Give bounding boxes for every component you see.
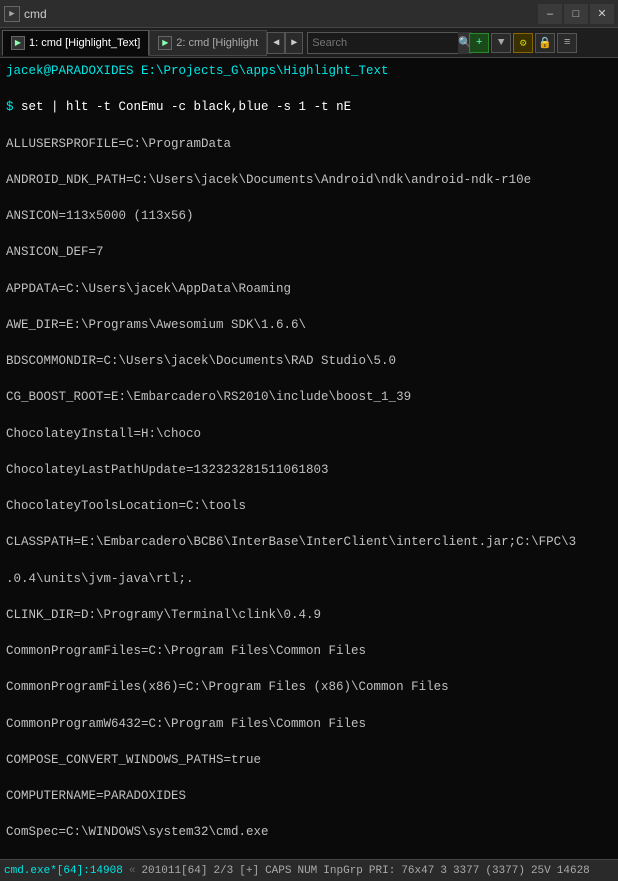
terminal-line: ANSICON=113x5000 (113x56) [6,207,612,225]
terminal-line: ChocolateyInstall=H:\choco [6,425,612,443]
terminal-line: jacek@PARADOXIDES E:\Projects_G\apps\Hig… [6,62,612,80]
status-num2: 3 [440,865,447,877]
terminal-line: AWE_DIR=E:\Programs\Awesomium SDK\1.6.6\ [6,316,612,334]
terminal-line: ComSpec=C:\WINDOWS\system32\cmd.exe [6,823,612,841]
title-bar: ▶ cmd – □ ✕ [0,0,618,28]
settings-button[interactable]: ⚙ [513,33,533,53]
status-caps: CAPS [265,865,291,877]
terminal-output: jacek@PARADOXIDES E:\Projects_G\apps\Hig… [0,58,618,859]
tab-2-icon: ▶ [158,36,172,50]
tab-1[interactable]: ▶ 1: cmd [Highlight_Text] [2,30,149,56]
terminal-line: COMPOSE_CONVERT_WINDOWS_PATHS=true [6,751,612,769]
maximize-button[interactable]: □ [564,4,588,24]
status-pid: 14628 [557,865,590,877]
terminal-line: COMPUTERNAME=PARADOXIDES [6,787,612,805]
status-val1: 3377 [453,865,479,877]
tab-next-button[interactable]: ▶ [285,32,303,54]
search-input[interactable] [308,37,458,49]
tab-1-icon: ▶ [11,36,25,50]
terminal-line: ChocolateyToolsLocation=C:\tools [6,497,612,515]
add-tab-button[interactable]: + [469,33,489,53]
minimize-button[interactable]: – [538,4,562,24]
status-flags: [+] [239,865,259,877]
terminal-line: CG_BOOST_ROOT=E:\Embarcadero\RS2010\incl… [6,388,612,406]
status-num: NUM [297,865,317,877]
dropdown-button[interactable]: ▼ [491,33,511,53]
search-box: 🔍 [307,32,467,54]
status-zoom: 25V [531,865,551,877]
window-controls: – □ ✕ [538,4,614,24]
terminal-line: CommonProgramFiles(x86)=C:\Program Files… [6,678,612,696]
terminal-line: CommonProgramW6432=C:\Program Files\Comm… [6,715,612,733]
terminal-line: CLINK_DIR=D:\Programy\Terminal\clink\0.4… [6,606,612,624]
status-val2: (3377) [485,865,525,877]
tab-2[interactable]: ▶ 2: cmd [Highlight [149,30,267,56]
status-bar: cmd.exe*[64]:14908 « 201011[64] 2/3 [+] … [0,859,618,881]
menu-button[interactable]: ≡ [557,33,577,53]
status-pos: 2/3 [213,865,233,877]
terminal-line: BDSCOMMONDIR=C:\Users\jacek\Documents\RA… [6,352,612,370]
terminal-line: ANDROID_NDK_PATH=C:\Users\jacek\Document… [6,171,612,189]
status-process: cmd.exe*[64]:14908 [4,865,123,877]
lock-button[interactable]: 🔒 [535,33,555,53]
terminal-line: CLASSPATH=E:\Embarcadero\BCB6\InterBase\… [6,533,612,551]
tab-actions: + ▼ ⚙ 🔒 ≡ [469,33,577,53]
terminal-line: ChocolateyLastPathUpdate=132323281511061… [6,461,612,479]
status-pri: PRI: [369,865,395,877]
tab-prev-button[interactable]: ◀ [267,32,285,54]
tab-1-label: 1: cmd [Highlight_Text] [29,37,140,49]
terminal-line: ANSICON_DEF=7 [6,243,612,261]
status-size: 76x47 [401,865,434,877]
close-button[interactable]: ✕ [590,4,614,24]
window-title: cmd [24,7,538,21]
status-build: 201011[64] [141,865,207,877]
status-inpgrp: InpGrp [323,865,363,877]
terminal-line: $ set | hlt -t ConEmu -c black,blue -s 1… [6,98,612,116]
terminal-line: CommonProgramFiles=C:\Program Files\Comm… [6,642,612,660]
terminal-line: APPDATA=C:\Users\jacek\AppData\Roaming [6,280,612,298]
tab-2-label: 2: cmd [Highlight [176,37,258,49]
status-marker: « [129,865,136,877]
terminal-line: ALLUSERSPROFILE=C:\ProgramData [6,135,612,153]
app-icon: ▶ [4,6,20,22]
tab-bar: ▶ 1: cmd [Highlight_Text] ▶ 2: cmd [High… [0,28,618,58]
terminal-line: .0.4\units\jvm-java\rtl;. [6,570,612,588]
